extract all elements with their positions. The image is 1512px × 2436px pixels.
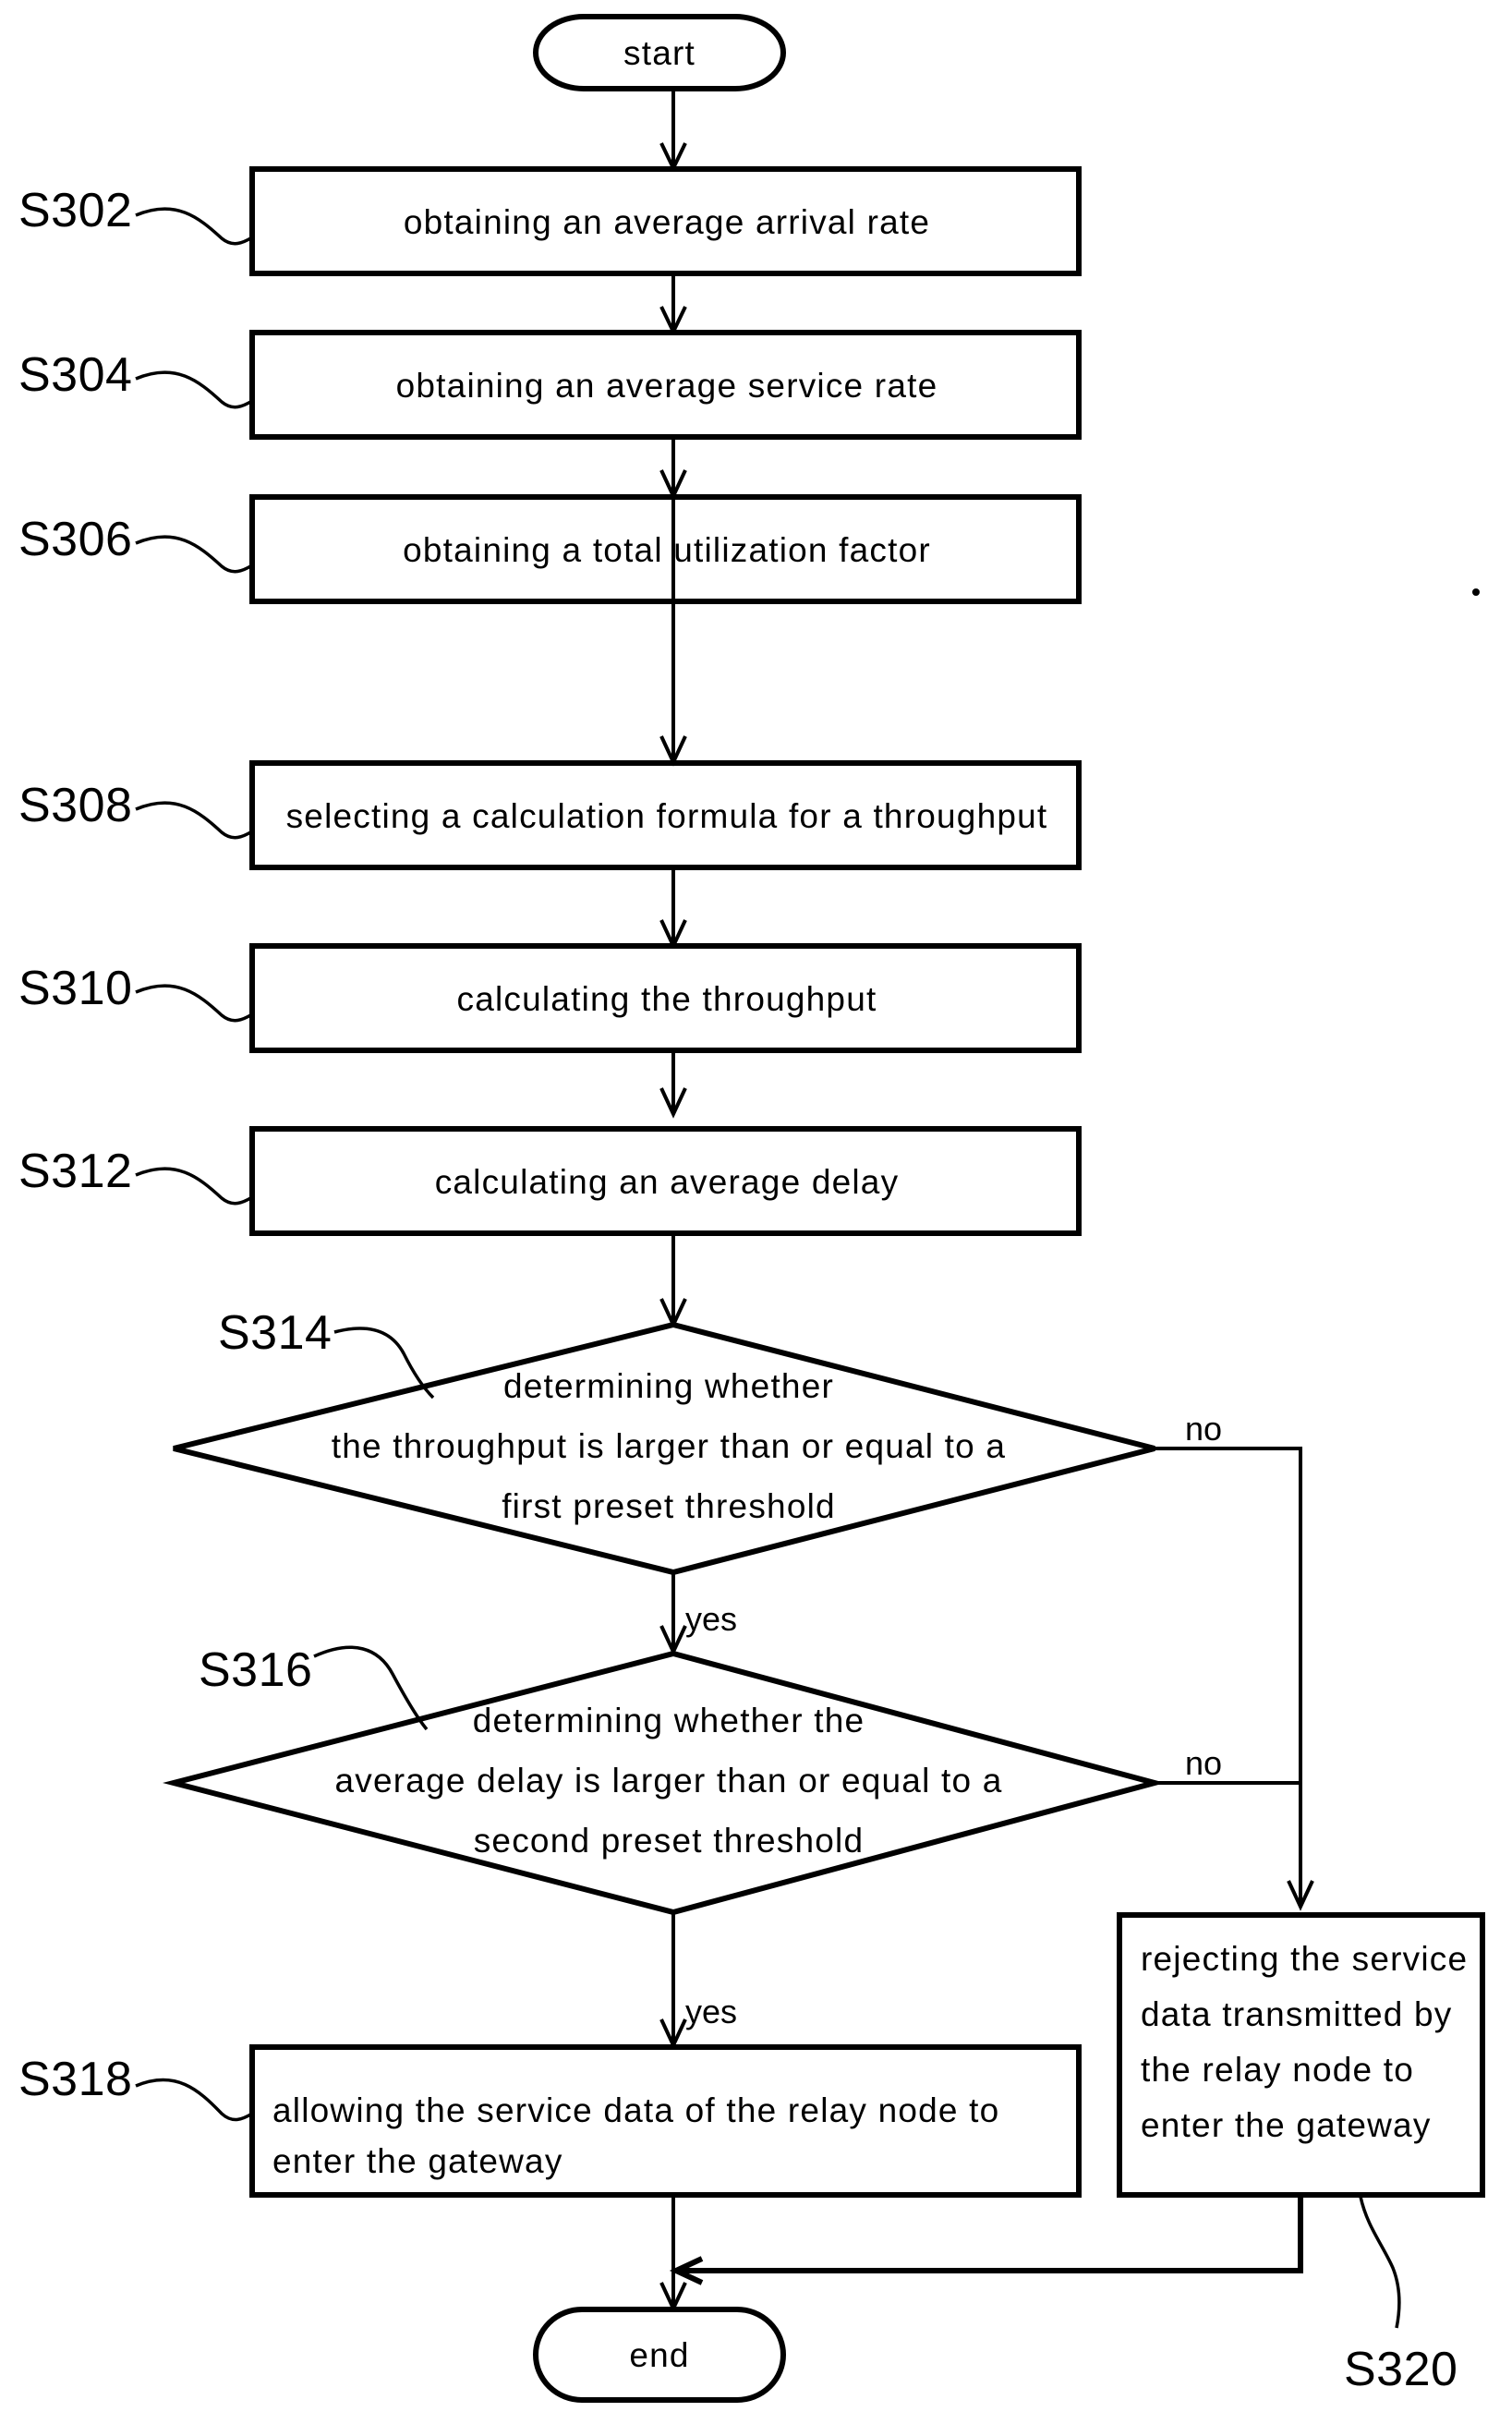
s302-text: obtaining an average arrival rate bbox=[404, 203, 930, 241]
branch-s314-no: no bbox=[1155, 1410, 1314, 1911]
s314-text-line1: determining whether bbox=[503, 1367, 834, 1405]
s314-text-line2: the throughput is larger than or equal t… bbox=[332, 1427, 1006, 1465]
node-s320: rejecting the service data transmitted b… bbox=[1117, 1912, 1485, 2198]
s320-text-line3: the relay node to bbox=[1141, 2051, 1414, 2089]
callout-s310: S310 bbox=[18, 962, 253, 1023]
s314-no-label: no bbox=[1185, 1410, 1222, 1448]
connector-s308-to-s310 bbox=[659, 867, 687, 951]
connector-start-to-s302 bbox=[659, 89, 687, 173]
callout-s314: S314 bbox=[218, 1306, 435, 1400]
connector-s312-to-s314 bbox=[659, 1233, 687, 1329]
s320-text-line2: data transmitted by bbox=[1141, 1995, 1452, 2033]
scan-artifact-dot bbox=[1472, 588, 1480, 596]
s318-step-ref: S318 bbox=[18, 2053, 132, 2106]
callout-s308: S308 bbox=[18, 779, 253, 840]
node-s316: determining whether the average delay is… bbox=[163, 1650, 1166, 1916]
s312-text: calculating an average delay bbox=[435, 1163, 900, 1201]
connector-s310-to-s312 bbox=[659, 1050, 687, 1119]
node-start: start bbox=[533, 14, 786, 91]
s316-text-line2: average delay is larger than or equal to… bbox=[335, 1762, 1003, 1800]
connector-s302-to-s304 bbox=[659, 273, 687, 336]
flowchart-canvas: start obtaining an average arrival rate … bbox=[18, 14, 1485, 2403]
s310-step-ref: S310 bbox=[18, 962, 132, 1015]
callout-s318: S318 bbox=[18, 2053, 253, 2122]
callout-s302: S302 bbox=[18, 184, 253, 246]
connector-s318-to-end bbox=[659, 2195, 687, 2313]
s316-text-line1: determining whether the bbox=[473, 1702, 865, 1739]
node-s310: calculating the throughput bbox=[249, 943, 1082, 1053]
s316-text-line3: second preset threshold bbox=[474, 1822, 865, 1860]
callout-s316: S316 bbox=[199, 1643, 429, 1731]
connector-s306-to-s308-line bbox=[659, 601, 687, 767]
node-end: end bbox=[533, 2307, 786, 2403]
s306-text: obtaining a total utilization factor bbox=[403, 531, 931, 569]
callout-s304: S304 bbox=[18, 348, 253, 409]
s306-step-ref: S306 bbox=[18, 513, 132, 566]
s308-text: selecting a calculation formula for a th… bbox=[286, 797, 1048, 835]
node-s318: allowing the service data of the relay n… bbox=[249, 2044, 1082, 2198]
branch-s316-yes: yes bbox=[659, 1912, 737, 2050]
s310-text: calculating the throughput bbox=[457, 980, 877, 1018]
s318-text-line1: allowing the service data of the relay n… bbox=[272, 2091, 999, 2129]
node-s306: obtaining a total utilization factor bbox=[249, 494, 1082, 604]
node-s302: obtaining an average arrival rate bbox=[249, 166, 1082, 276]
end-terminal-label: end bbox=[629, 2336, 689, 2374]
start-terminal-label: start bbox=[623, 34, 696, 72]
s320-text-line1: rejecting the service bbox=[1141, 1940, 1468, 1978]
flowchart-page: start obtaining an average arrival rate … bbox=[0, 0, 1512, 2436]
connector-merge-to-end bbox=[669, 2195, 1303, 2285]
s316-yes-label: yes bbox=[685, 1993, 737, 2030]
s314-step-ref: S314 bbox=[218, 1306, 332, 1360]
branch-s314-yes: yes bbox=[659, 1572, 737, 1656]
s316-step-ref: S316 bbox=[199, 1643, 312, 1697]
node-s312: calculating an average delay bbox=[249, 1126, 1082, 1236]
callout-s320: S320 bbox=[1344, 2196, 1458, 2396]
node-s304: obtaining an average service rate bbox=[249, 330, 1082, 440]
branch-s316-no: no bbox=[1155, 1744, 1300, 1785]
s320-step-ref: S320 bbox=[1344, 2343, 1458, 2396]
s316-no-label: no bbox=[1185, 1744, 1222, 1782]
callout-s306: S306 bbox=[18, 513, 253, 574]
node-s308: selecting a calculation formula for a th… bbox=[249, 760, 1082, 870]
s312-step-ref: S312 bbox=[18, 1145, 132, 1198]
s320-text-line4: enter the gateway bbox=[1141, 2106, 1432, 2144]
s308-step-ref: S308 bbox=[18, 779, 132, 832]
s304-step-ref: S304 bbox=[18, 348, 132, 402]
s304-text: obtaining an average service rate bbox=[396, 367, 938, 405]
s318-text-line2: enter the gateway bbox=[272, 2142, 563, 2180]
s314-text-line3: first preset threshold bbox=[502, 1487, 836, 1525]
node-s314: determining whether the throughput is la… bbox=[173, 1321, 1155, 1576]
callout-s312: S312 bbox=[18, 1145, 253, 1206]
s302-step-ref: S302 bbox=[18, 184, 132, 237]
s314-yes-label: yes bbox=[685, 1600, 737, 1638]
